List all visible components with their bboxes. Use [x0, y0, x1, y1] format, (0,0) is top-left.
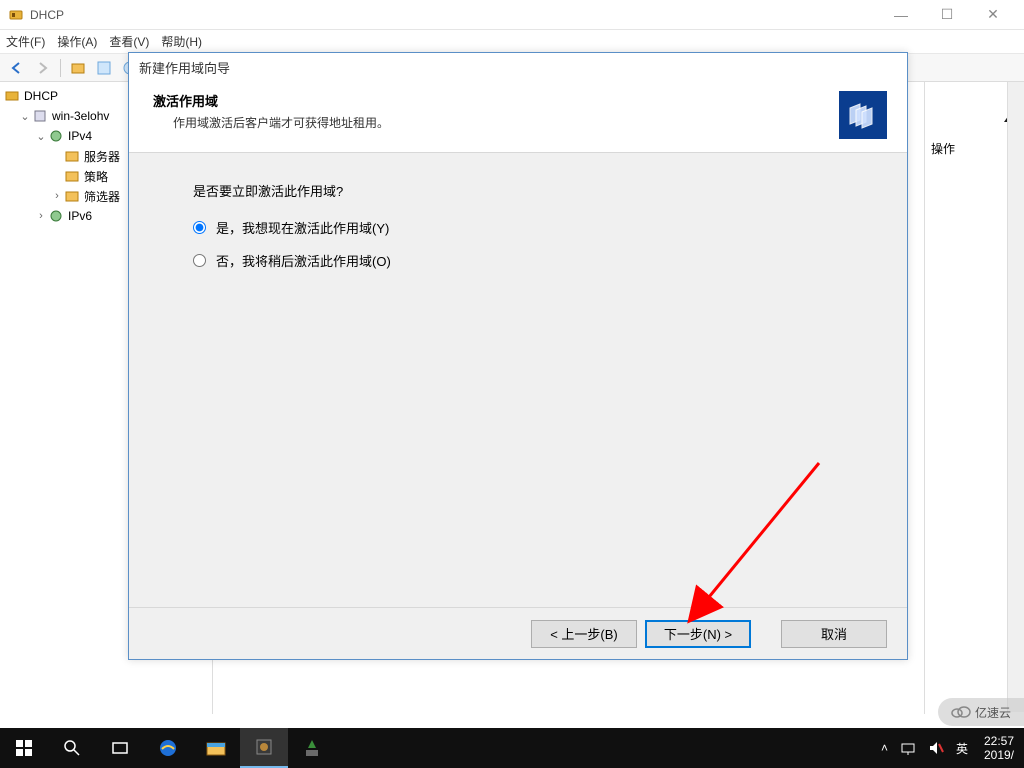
server-icon [32, 108, 48, 124]
system-tray: ˄ 英 22:57 2019/ [875, 728, 1024, 768]
cancel-button[interactable]: 取消 [781, 620, 887, 648]
actions-label: 操作 [931, 88, 1018, 157]
volume-icon[interactable] [922, 728, 950, 768]
scope-header-icon [839, 91, 887, 139]
dhcp-icon [4, 88, 20, 104]
tree-label: DHCP [24, 89, 58, 103]
wizard-footer: < 上一步(B) 下一步(N) > 取消 [129, 607, 907, 659]
menu-file[interactable]: 文件(F) [6, 33, 45, 50]
tool-folder-icon[interactable] [67, 57, 89, 79]
maximize-button[interactable]: ☐ [924, 0, 970, 30]
taskbar-explorer[interactable] [192, 728, 240, 768]
taskbar-dhcp[interactable] [288, 728, 336, 768]
radio-no-label: 否，我将稍后激活此作用域(O) [216, 251, 391, 270]
forward-button[interactable] [32, 57, 54, 79]
taskbar-ie[interactable] [144, 728, 192, 768]
dhcp-icon [8, 7, 24, 23]
network-icon[interactable] [894, 728, 922, 768]
taskbar: ˄ 英 22:57 2019/ [0, 728, 1024, 768]
wizard-title: 新建作用域向导 [129, 53, 907, 81]
new-scope-wizard-dialog: 新建作用域向导 激活作用域 作用域激活后客户端才可获得地址租用。 是否要立即激活… [128, 52, 908, 660]
radio-activate-yes[interactable]: 是，我想现在激活此作用域(Y) [193, 218, 843, 237]
main-window-titlebar: DHCP — ☐ ✕ [0, 0, 1024, 30]
ime-indicator[interactable]: 英 [950, 728, 974, 768]
menu-view[interactable]: 查看(V) [109, 33, 149, 50]
wizard-body: 是否要立即激活此作用域? 是，我想现在激活此作用域(Y) 否，我将稍后激活此作用… [129, 153, 907, 607]
tree-label: 策略 [84, 168, 108, 185]
toolbar-divider [60, 59, 61, 77]
wizard-subheading: 作用域激活后客户端才可获得地址租用。 [149, 114, 389, 131]
task-view-button[interactable] [96, 728, 144, 768]
ipv4-icon [48, 128, 64, 144]
watermark-text: 亿速云 [975, 704, 1011, 721]
window-title: DHCP [30, 8, 64, 22]
watermark: 亿速云 [938, 698, 1024, 726]
expand-icon[interactable]: ⌄ [34, 130, 48, 143]
clock-time: 22:57 [984, 734, 1014, 748]
folder-icon [64, 168, 80, 184]
back-button[interactable] [6, 57, 28, 79]
tree-label: win-3elohv [52, 109, 109, 123]
menu-bar: 文件(F) 操作(A) 查看(V) 帮助(H) [0, 30, 1024, 54]
annotation-arrow [619, 453, 839, 633]
radio-no-input[interactable] [193, 254, 206, 267]
tool-properties-icon[interactable] [93, 57, 115, 79]
folder-icon [64, 148, 80, 164]
tree-label: IPv4 [68, 129, 92, 143]
wizard-header: 激活作用域 作用域激活后客户端才可获得地址租用。 [129, 81, 907, 153]
menu-action[interactable]: 操作(A) [57, 33, 97, 50]
clock[interactable]: 22:57 2019/ [974, 734, 1024, 763]
wizard-heading: 激活作用域 [149, 91, 389, 110]
folder-icon [64, 188, 80, 204]
window-controls: — ☐ ✕ [878, 0, 1016, 30]
tree-label: IPv6 [68, 209, 92, 223]
menu-help[interactable]: 帮助(H) [161, 33, 202, 50]
ipv6-icon [48, 208, 64, 224]
expand-icon[interactable]: ⌄ [18, 110, 32, 123]
radio-yes-label: 是，我想现在激活此作用域(Y) [216, 218, 389, 237]
start-button[interactable] [0, 728, 48, 768]
minimize-button[interactable]: — [878, 0, 924, 30]
wizard-question: 是否要立即激活此作用域? [193, 181, 843, 200]
tree-label: 筛选器 [84, 188, 120, 205]
back-button[interactable]: < 上一步(B) [531, 620, 637, 648]
tree-label: 服务器 [84, 148, 120, 165]
next-button[interactable]: 下一步(N) > [645, 620, 751, 648]
taskbar-server-manager[interactable] [240, 728, 288, 768]
tray-overflow-icon[interactable]: ˄ [875, 728, 894, 768]
close-button[interactable]: ✕ [970, 0, 1016, 30]
search-button[interactable] [48, 728, 96, 768]
expand-icon[interactable]: › [50, 190, 64, 202]
radio-activate-no[interactable]: 否，我将稍后激活此作用域(O) [193, 251, 843, 270]
scrollbar[interactable] [1007, 82, 1024, 712]
expand-icon[interactable]: › [34, 210, 48, 222]
clock-date: 2019/ [984, 748, 1014, 762]
radio-yes-input[interactable] [193, 221, 206, 234]
